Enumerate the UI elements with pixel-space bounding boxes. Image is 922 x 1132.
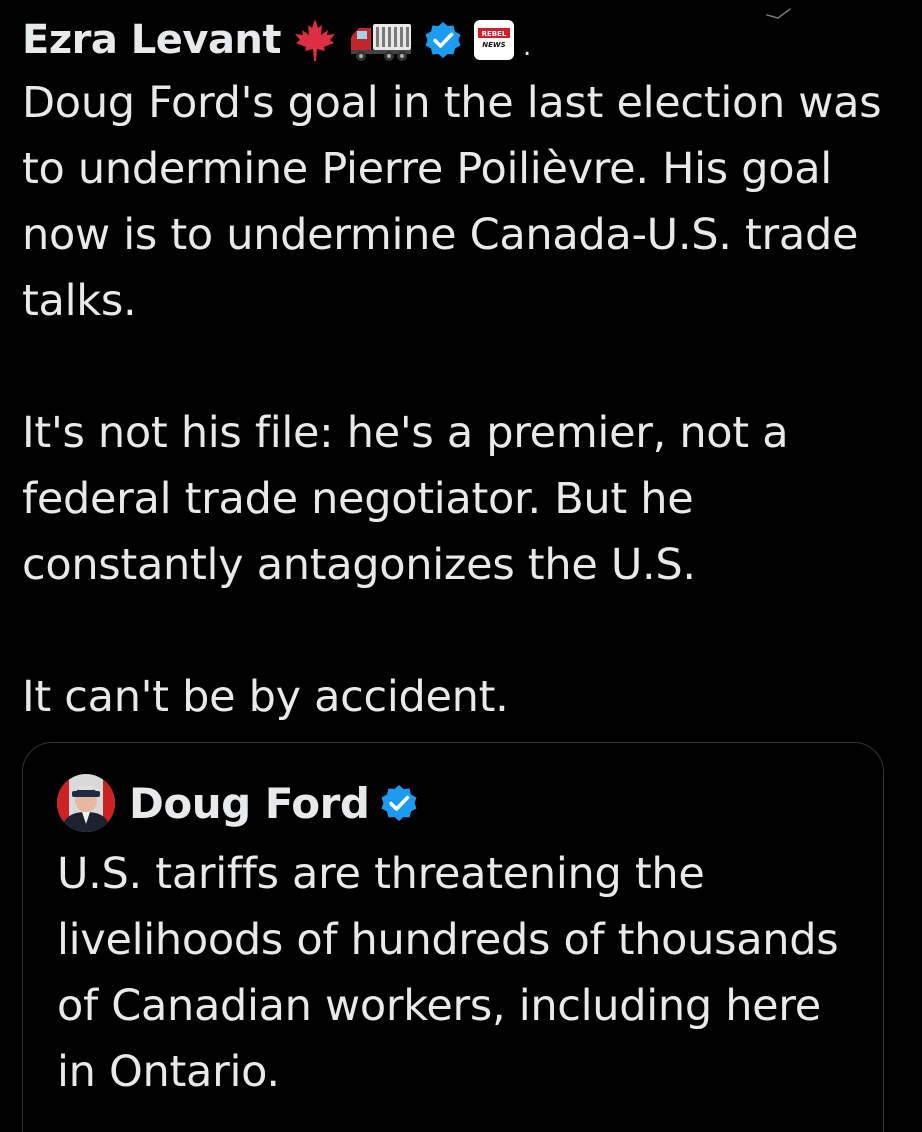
avatar[interactable]	[57, 774, 115, 832]
separator-dot: .	[523, 32, 532, 62]
tweet-paragraph: It can't be by accident.	[22, 672, 509, 722]
quoted-author-name[interactable]: Doug Ford	[129, 779, 370, 828]
verified-badge-icon[interactable]	[379, 783, 419, 823]
tweet-paragraph: It's not his file: he's a premier, not a…	[22, 408, 789, 590]
tweet-paragraph: Doug Ford's goal in the last election wa…	[22, 78, 882, 326]
quoted-tweet-card[interactable]: Doug Ford U.S. tariffs are threatening t…	[22, 742, 884, 1132]
quoted-tweet-text: U.S. tariffs are threatening the livelih…	[57, 849, 839, 1097]
maple-leaf-icon	[291, 16, 339, 64]
tweet-body: Doug Ford's goal in the last election wa…	[22, 70, 902, 730]
verified-badge-icon[interactable]	[423, 20, 463, 60]
svg-text:NEWS: NEWS	[482, 41, 505, 49]
truck-icon	[349, 18, 413, 62]
author-name[interactable]: Ezra Levant	[22, 17, 282, 63]
quoted-tweet-header: Doug Ford	[57, 773, 419, 833]
svg-text:REBEL: REBEL	[482, 30, 507, 38]
partial-icon	[764, 6, 794, 28]
rebel-news-affiliation-icon[interactable]: REBEL NEWS	[473, 19, 515, 61]
tweet-header: Ezra Levant REBEL NEWS .	[22, 12, 531, 68]
